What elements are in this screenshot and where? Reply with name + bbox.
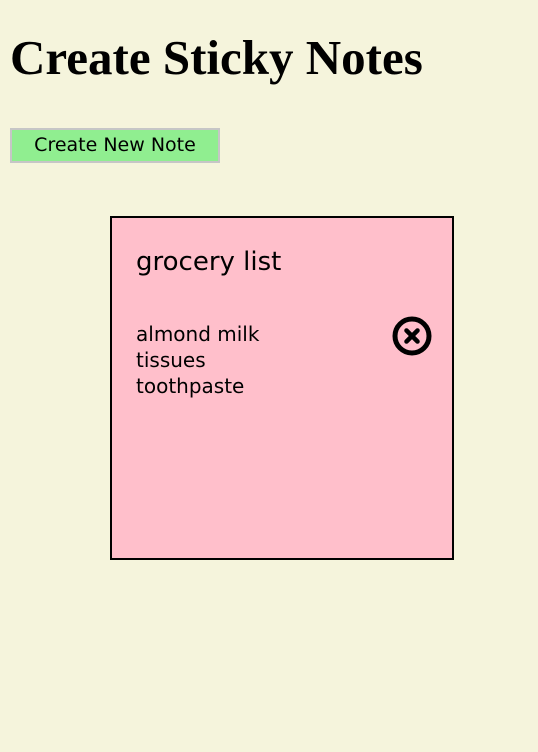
sticky-note[interactable]: grocery list almond milk tissues toothpa…: [110, 216, 454, 560]
note-item: toothpaste: [136, 374, 245, 398]
delete-note-button[interactable]: [392, 316, 432, 356]
note-title[interactable]: grocery list: [136, 245, 281, 279]
note-item: almond milk: [136, 322, 260, 346]
close-circle-icon: [392, 316, 432, 356]
create-new-note-button[interactable]: Create New Note: [10, 128, 220, 163]
note-body[interactable]: almond milk tissues toothpaste: [136, 321, 259, 399]
note-item: tissues: [136, 348, 206, 372]
page-title: Create Sticky Notes: [10, 30, 423, 85]
